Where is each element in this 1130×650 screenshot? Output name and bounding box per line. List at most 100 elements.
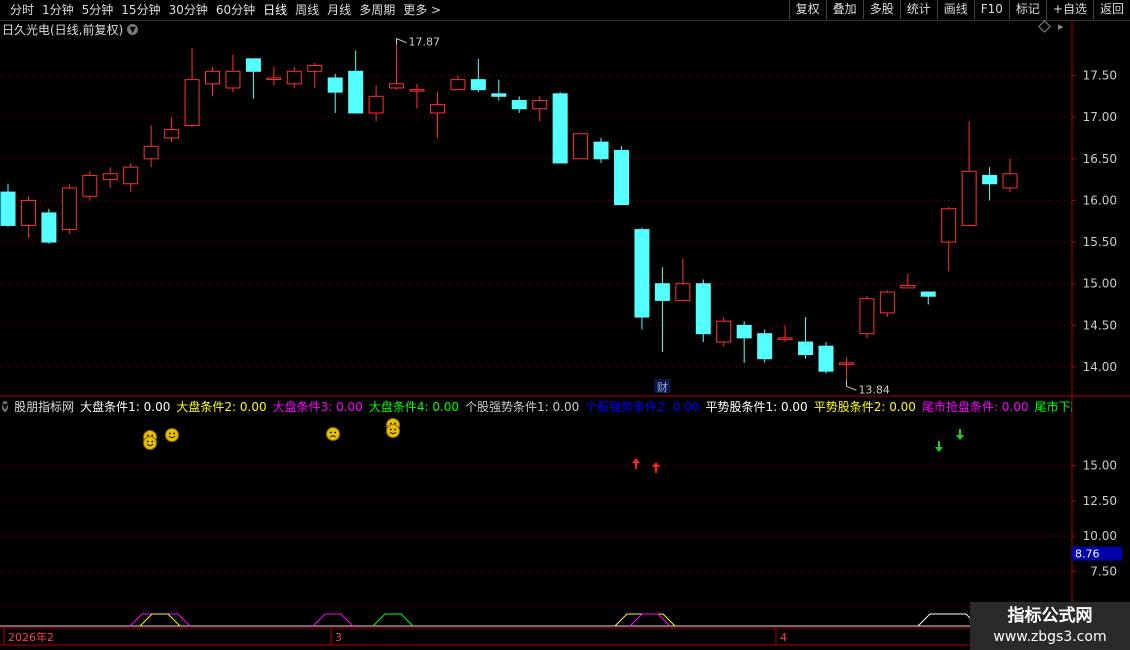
candle-body-31 <box>634 229 650 318</box>
period-tab-6[interactable]: 日线 <box>259 1 291 19</box>
time-label-1: 3 <box>335 631 342 644</box>
period-tab-10[interactable]: 更多 > <box>399 1 445 19</box>
dropdown-icon[interactable]: ▼ <box>127 23 139 35</box>
toolbar-action-8[interactable]: 返回 <box>1092 0 1130 19</box>
smiley-icon-2-mouth <box>146 443 154 447</box>
indicator-item-3: 大盘条件4: 0.00 <box>368 399 460 414</box>
candle-body-30 <box>614 149 629 206</box>
period-tab-4[interactable]: 30分钟 <box>165 1 212 19</box>
sub-tick-label-2: 10.00 <box>1083 529 1117 543</box>
period-tab-7[interactable]: 周线 <box>291 1 323 19</box>
candle-body-49 <box>1002 173 1018 189</box>
signal-bump-4 <box>614 613 676 627</box>
candlestick-chart: 14.00 14.50 15.00 15.50 16.00 16.50 17.00 17.50… <box>0 20 1130 650</box>
candle-body-18 <box>368 95 384 114</box>
candle-body-17 <box>348 70 364 114</box>
candle-body-19 <box>389 83 405 89</box>
event-marker-label: 财 <box>657 380 668 394</box>
candle-body-48 <box>982 174 998 185</box>
toolbar-action-5[interactable]: F10 <box>973 0 1009 19</box>
candle-body-41 <box>838 362 854 365</box>
candle-body-0 <box>0 191 16 226</box>
indicator-name: 股朋指标网 <box>14 399 75 414</box>
smiley-icon-4-face <box>326 427 340 441</box>
candle-body-38 <box>777 337 793 340</box>
toolbar-action-1[interactable]: 叠加 <box>825 0 863 19</box>
candle-body-47 <box>961 170 977 226</box>
toolbar-action-2[interactable]: 多股 <box>862 0 900 19</box>
expand-arrow-icon[interactable]: ▸ <box>1058 20 1064 33</box>
period-tab-5[interactable]: 60分钟 <box>212 1 259 19</box>
smiley-icon-6 <box>386 424 400 438</box>
candle-body-43 <box>879 291 895 314</box>
signal-bump-2 <box>312 613 354 627</box>
period-tab-9[interactable]: 多周期 <box>355 1 399 19</box>
smiley-icon-1-eye-l <box>146 434 149 437</box>
signal-bump-0 <box>129 613 191 627</box>
indicator-item-4: 个股强势条件1: 0.00 <box>465 399 580 414</box>
period-tab-2[interactable]: 5分钟 <box>78 1 118 19</box>
candle-body-10 <box>205 70 220 85</box>
smiley-icon-6-eye-l <box>389 428 392 431</box>
main-tick-label-6: 17.00 <box>1083 110 1117 124</box>
candle-body-9 <box>184 79 200 126</box>
toolbar-action-3[interactable]: 统计 <box>899 0 937 19</box>
candle-body-42 <box>859 298 875 335</box>
candle-body-12 <box>245 58 261 72</box>
indicator-item-2: 大盘条件3: 0.00 <box>272 399 363 414</box>
toolbar-action-4[interactable]: 画线 <box>936 0 974 19</box>
indicator-item-5: 个股强势条件2: 0.00 <box>585 399 700 414</box>
candle-body-4 <box>82 174 98 197</box>
toolbar-action-6[interactable]: 标记 <box>1008 0 1046 19</box>
toolbar: 分时 1分钟 5分钟 15分钟 30分钟 60分钟 日线 周线 月线 多周期 更多 > 复权 叠加 多股… <box>0 0 1130 21</box>
smiley-icon-5-face <box>386 418 400 432</box>
buy-arrow-icon-1 <box>632 458 640 469</box>
period-tab-0[interactable]: 分时 <box>6 1 38 19</box>
sub-tick-label-4: 15.00 <box>1083 458 1117 472</box>
indicator-item-1: 大盘条件2: 0.00 <box>176 399 267 414</box>
smiley-icon-3-face <box>165 428 179 442</box>
buy-arrow-icon-2 <box>652 462 660 473</box>
candle-body-28 <box>573 133 589 160</box>
candle-body-22 <box>450 79 466 91</box>
candle-body-2 <box>41 212 57 243</box>
smiley-icon-5 <box>386 418 400 432</box>
candle-body-3 <box>61 187 77 231</box>
candle-body-15 <box>307 64 323 72</box>
smiley-icon-4-eye-r <box>334 431 337 434</box>
event-marker-box <box>654 379 671 393</box>
smiley-icon-2 <box>143 436 157 450</box>
stock-title: 日久光电(日线,前复权) <box>2 22 124 37</box>
smiley-icon-2-eye-r <box>151 440 154 443</box>
candle-body-23 <box>470 79 486 91</box>
period-tab-1[interactable]: 1分钟 <box>38 1 78 19</box>
candle-body-27 <box>552 93 568 164</box>
smiley-icon-1-face <box>143 430 157 444</box>
candle-body-32 <box>654 283 670 301</box>
watermark-title: 指标公式网 <box>1007 606 1093 626</box>
candle-body-29 <box>593 141 609 160</box>
candle-body-26 <box>532 99 548 110</box>
candle-body-36 <box>736 324 752 339</box>
smiley-icon-4-mouth <box>330 435 336 438</box>
period-tab-8[interactable]: 月线 <box>323 1 355 19</box>
toolbar-action-7[interactable]: +自选 <box>1045 0 1093 19</box>
toolbar-action-0[interactable]: 复权 <box>788 0 826 19</box>
candle-body-20 <box>409 89 425 92</box>
period-tabs: 分时 1分钟 5分钟 15分钟 30分钟 60分钟 日线 周线 月线 多周期 更多 > <box>6 1 445 19</box>
indicator-item-0: 大盘条件1: 0.00 <box>80 399 171 414</box>
smiley-icon-5-mouth <box>389 425 397 429</box>
period-tab-3[interactable]: 15分钟 <box>117 1 164 19</box>
indicator-dropdown-icon[interactable]: ▼ <box>2 400 9 412</box>
sub-tick-label-3: 12.50 <box>1083 494 1117 508</box>
watermark: 指标公式网 www.zbgs3.com <box>970 602 1130 650</box>
main-tick-label-4: 16.00 <box>1083 193 1117 207</box>
current-value-box <box>1072 546 1122 561</box>
smiley-icon-5-eye-l <box>389 422 392 425</box>
candle-body-8 <box>164 129 180 139</box>
high-marker-line <box>396 37 407 45</box>
smiley-icon-5-eye-r <box>394 422 397 425</box>
smiley-icon-3-eye-l <box>168 432 171 435</box>
smiley-icon-1-mouth <box>146 437 154 441</box>
diamond-icon[interactable] <box>1038 20 1051 33</box>
